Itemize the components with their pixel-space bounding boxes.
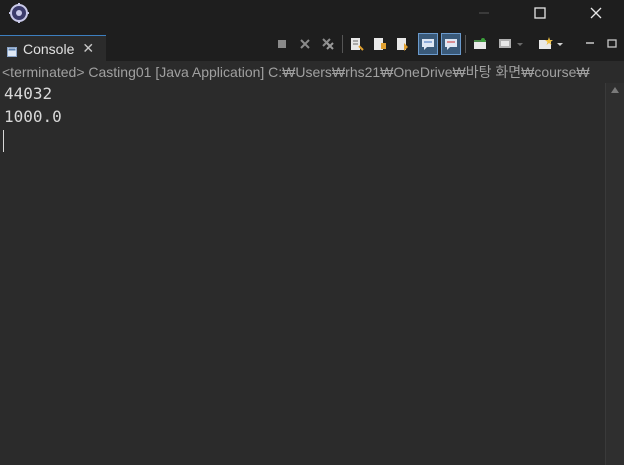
toolbar-separator [465, 35, 466, 53]
clear-console-icon[interactable] [347, 33, 367, 55]
eclipse-app-icon [9, 3, 29, 23]
console-toolbar [270, 33, 578, 55]
tab-console[interactable]: Console ✕ [0, 35, 106, 61]
close-window-button[interactable] [572, 0, 620, 26]
output-line: 44032 [4, 84, 53, 103]
open-console-icon[interactable] [536, 33, 568, 55]
scroll-up-arrow-icon[interactable] [611, 87, 619, 93]
console-status-line: <terminated> Casting01 [Java Application… [0, 61, 624, 83]
word-wrap-icon[interactable] [393, 33, 413, 55]
remove-all-terminated-icon[interactable] [318, 33, 338, 55]
text-caret [3, 130, 4, 152]
output-line: 1000.0 [4, 107, 62, 126]
stop-icon[interactable] [272, 33, 292, 55]
show-console-on-stdout-icon[interactable] [418, 33, 438, 55]
remove-launch-icon[interactable] [295, 33, 315, 55]
close-icon[interactable]: ✕ [82, 40, 94, 57]
minimize-button[interactable] [460, 0, 508, 26]
minimize-view-icon[interactable] [580, 33, 600, 55]
show-console-on-stderr-icon[interactable] [441, 33, 461, 55]
toolbar-separator [342, 35, 343, 53]
pin-console-icon[interactable] [470, 33, 490, 55]
maximize-button[interactable] [516, 0, 564, 26]
console-icon [7, 44, 17, 57]
vertical-scrollbar[interactable] [605, 83, 624, 465]
console-output-area[interactable]: 44032 1000.0 [0, 83, 605, 465]
view-tab-bar: Console ✕ [0, 26, 624, 61]
scroll-lock-icon[interactable] [370, 33, 390, 55]
window-title-bar [0, 0, 624, 26]
maximize-view-icon[interactable] [602, 33, 622, 55]
display-selected-console-icon[interactable] [496, 33, 528, 55]
tab-label: Console [23, 40, 75, 57]
